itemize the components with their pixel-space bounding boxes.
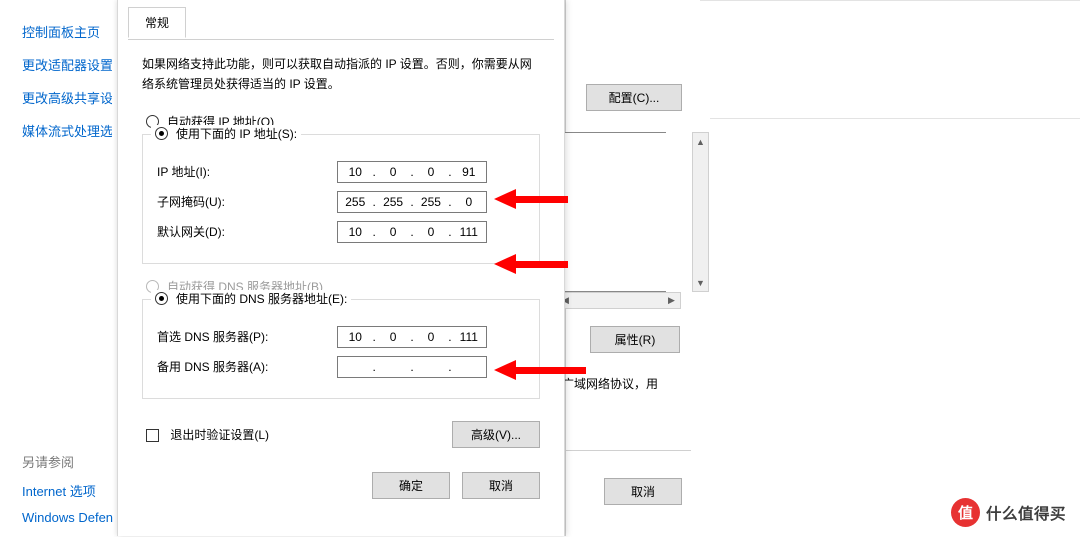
label-default-gateway: 默认网关(D): bbox=[157, 223, 337, 240]
intro-text: 如果网络支持此功能，则可以获取自动指派的 IP 设置。否则，你需要从网络系统管理… bbox=[142, 54, 540, 95]
ip-address-input[interactable]: 10. 0. 0. 91 bbox=[337, 161, 487, 183]
smzdm-watermark-text: 什么值得买 bbox=[986, 502, 1066, 524]
checkbox-icon[interactable] bbox=[146, 429, 159, 442]
back-cancel-button[interactable]: 取消 bbox=[604, 478, 682, 505]
static-ip-group: 使用下面的 IP 地址(S): IP 地址(I): 10. 0. 0. 91 子… bbox=[142, 134, 540, 264]
scroll-down-icon[interactable]: ▼ bbox=[693, 274, 708, 291]
see-also-heading: 另请参阅 bbox=[22, 452, 132, 471]
cp-link-streaming[interactable]: 媒体流式处理选项 bbox=[22, 121, 112, 140]
protocol-list[interactable] bbox=[556, 132, 666, 292]
radio-icon[interactable] bbox=[155, 127, 168, 140]
alternate-dns-input[interactable]: . . . bbox=[337, 356, 487, 378]
radio-icon[interactable] bbox=[155, 292, 168, 305]
horizontal-scrollbar[interactable]: ◀ ▶ bbox=[556, 292, 681, 309]
adapter-properties-dialog: 配置(C)... ▲ ▼ ◀ ▶ 属性(R) 广域网络协议，用 取消 bbox=[565, 0, 695, 536]
cp-link-home[interactable]: 控制面板主页 bbox=[22, 22, 112, 41]
vertical-scrollbar[interactable]: ▲ ▼ bbox=[692, 132, 709, 292]
label-alternate-dns: 备用 DNS 服务器(A): bbox=[157, 358, 337, 375]
radio-use-dns-label: 使用下面的 DNS 服务器地址(E): bbox=[176, 290, 347, 307]
label-ip-address: IP 地址(I): bbox=[157, 163, 337, 180]
radio-use-ip[interactable]: 使用下面的 IP 地址(S): bbox=[151, 125, 301, 142]
ok-button[interactable]: 确定 bbox=[372, 472, 450, 499]
cancel-button[interactable]: 取消 bbox=[462, 472, 540, 499]
configure-button[interactable]: 配置(C)... bbox=[586, 84, 682, 111]
validate-on-exit-checkbox[interactable]: 退出时验证设置(L) bbox=[146, 426, 269, 443]
static-dns-group: 使用下面的 DNS 服务器地址(E): 首选 DNS 服务器(P): 10. 0… bbox=[142, 299, 540, 399]
cp-link-sharing[interactable]: 更改高级共享设置 bbox=[22, 88, 112, 107]
label-preferred-dns: 首选 DNS 服务器(P): bbox=[157, 328, 337, 345]
ipv4-properties-dialog: 常规 如果网络支持此功能，则可以获取自动指派的 IP 设置。否则，你需要从网络系… bbox=[117, 0, 565, 536]
tab-bar: 常规 bbox=[128, 6, 554, 40]
validate-on-exit-label: 退出时验证设置(L) bbox=[170, 428, 269, 442]
scroll-up-icon[interactable]: ▲ bbox=[693, 133, 708, 150]
link-windows-defender[interactable]: Windows Defen bbox=[22, 510, 132, 525]
radio-use-ip-label: 使用下面的 IP 地址(S): bbox=[176, 125, 297, 142]
see-also-section: 另请参阅 Internet 选项 Windows Defen bbox=[22, 452, 132, 535]
advanced-button[interactable]: 高级(V)... bbox=[452, 421, 540, 448]
subnet-mask-input[interactable]: 255. 255. 255. 0 bbox=[337, 191, 487, 213]
control-panel-sidebar: 控制面板主页 更改适配器设置 更改高级共享设置 媒体流式处理选项 bbox=[22, 22, 112, 154]
properties-button[interactable]: 属性(R) bbox=[590, 326, 680, 353]
default-gateway-input[interactable]: 10. 0. 0. 111 bbox=[337, 221, 487, 243]
label-subnet-mask: 子网掩码(U): bbox=[157, 193, 337, 210]
preferred-dns-input[interactable]: 10. 0. 0. 111 bbox=[337, 326, 487, 348]
radio-use-dns[interactable]: 使用下面的 DNS 服务器地址(E): bbox=[151, 290, 351, 307]
link-internet-options[interactable]: Internet 选项 bbox=[22, 481, 132, 500]
scroll-right-icon[interactable]: ▶ bbox=[663, 293, 680, 308]
protocol-description-fragment: 广域网络协议，用 bbox=[562, 375, 682, 392]
cp-link-adapters[interactable]: 更改适配器设置 bbox=[22, 55, 112, 74]
tab-general[interactable]: 常规 bbox=[128, 7, 186, 38]
smzdm-watermark: 值 什么值得买 bbox=[951, 498, 1066, 527]
smzdm-badge-icon: 值 bbox=[951, 498, 980, 527]
